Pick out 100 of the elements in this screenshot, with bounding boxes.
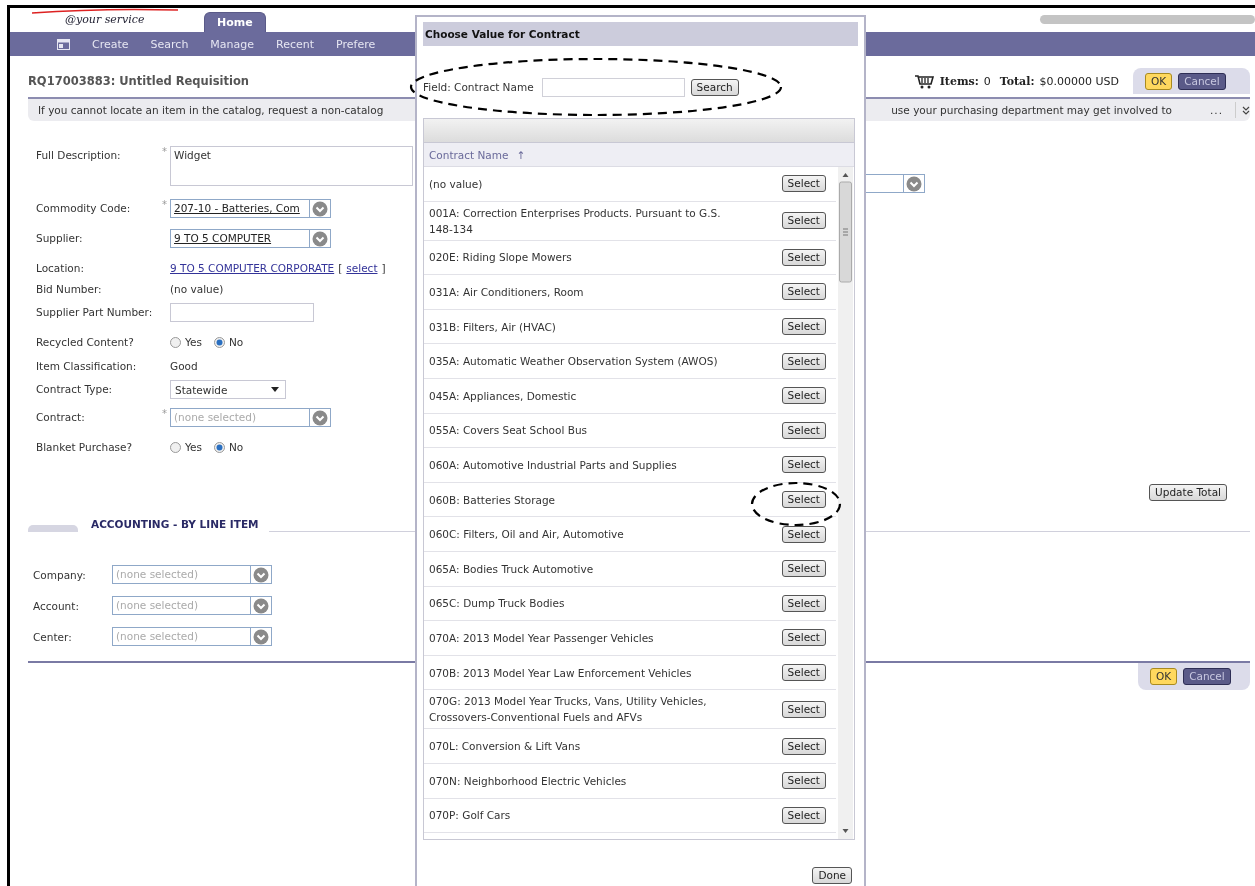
location-link[interactable]: 9 TO 5 COMPUTER CORPORATE (170, 262, 335, 274)
select-button[interactable]: Select (781, 594, 826, 612)
cancel-button[interactable]: Cancel (1183, 668, 1231, 685)
done-button[interactable]: Done (812, 867, 852, 884)
contract-name: 055A: Covers Seat School Bus (429, 423, 588, 439)
radio-button[interactable] (170, 337, 181, 348)
ok-button[interactable]: OK (1150, 668, 1178, 685)
bracket: ] (381, 262, 386, 274)
update-total-button[interactable]: Update Total (1149, 484, 1227, 501)
field-label: Contract Type: (35, 382, 114, 397)
description-field[interactable]: Widget (170, 146, 413, 186)
field-label: Location: (35, 261, 85, 276)
contract-name: 060C: Filters, Oil and Air, Automotive (429, 527, 625, 543)
radio-label: No (228, 335, 244, 350)
field-label: Recycled Content? (35, 335, 135, 350)
select-button[interactable]: Select (781, 772, 826, 790)
total-label: Total: (999, 74, 1035, 88)
contract-name: 035A: Automatic Weather Observation System (AWOS) (429, 354, 719, 370)
select-button[interactable]: Select (781, 421, 826, 439)
nav-menu-item[interactable]: Prefere (336, 37, 376, 51)
cart-icon[interactable] (913, 73, 935, 89)
contract-name: 060B: Batteries Storage (429, 492, 557, 508)
select-link[interactable]: select (346, 262, 378, 274)
field-label: Item Classification: (35, 359, 138, 374)
select-button[interactable]: Select (781, 352, 826, 370)
dialog-title: Choose Value for Contract (423, 22, 858, 46)
column-header[interactable]: Contract Name ↑ (424, 143, 854, 167)
contract-name: (no value) (429, 176, 484, 192)
total-amount: $0.00000 USD (1039, 74, 1119, 88)
more-link[interactable]: ... (1210, 104, 1223, 116)
select-button[interactable]: Select (781, 491, 826, 509)
field-value: Good (170, 359, 199, 374)
combo-field[interactable]: 207-10 - Batteries, Com (170, 199, 331, 218)
scrollbar[interactable] (838, 167, 853, 839)
contract-name: 065A: Bodies Truck Automotive (429, 561, 595, 577)
radio-button[interactable] (213, 442, 225, 453)
dropdown-arrow-icon (271, 387, 279, 392)
contract-name: 020E: Riding Slope Mowers (429, 250, 573, 266)
chevron-down-icon (253, 628, 269, 645)
select-button[interactable]: Select (781, 318, 826, 336)
contract-name: 060A: Automotive Industrial Parts and Supplies (429, 457, 678, 473)
select-button[interactable]: Select (781, 629, 826, 647)
select-button[interactable]: Select (781, 175, 826, 193)
ok-button[interactable]: OK (1145, 72, 1173, 90)
select-button[interactable]: Select (781, 560, 826, 578)
expand-icon[interactable] (1242, 105, 1250, 115)
chevron-down-icon (253, 597, 269, 614)
chevron-down-icon (312, 230, 328, 247)
select-field[interactable]: Statewide (170, 380, 286, 399)
required-mark: * (162, 146, 168, 158)
field-label: Supplier Part Number: (35, 305, 154, 320)
radio-button[interactable] (170, 442, 181, 453)
select-button[interactable]: Select (781, 387, 826, 405)
select-button[interactable]: Select (781, 525, 826, 543)
tagline: @your service (65, 13, 145, 26)
cancel-button[interactable]: Cancel (1178, 72, 1226, 90)
notice-text: use your purchasing department may get involved to (891, 104, 1172, 116)
field-label: Commodity Code: (35, 201, 132, 216)
field-label: Center: (33, 630, 73, 643)
radio-button[interactable] (213, 337, 225, 348)
contract-name: 070B: 2013 Model Year Law Enforcement Vehicles (429, 665, 693, 681)
field-value: (no value) (170, 282, 225, 297)
field-label: Bid Number: (35, 282, 103, 297)
required-mark: * (162, 408, 168, 420)
select-button[interactable]: Select (781, 212, 826, 230)
contract-name: 031A: Air Conditioners, Room (429, 285, 585, 300)
nav-menu-item[interactable]: Create (92, 37, 129, 51)
items-label: Items: (939, 74, 979, 88)
nav-menu-item[interactable]: Manage (210, 37, 255, 51)
field-label: Full Description: (35, 148, 122, 163)
chevron-down-icon (312, 200, 328, 217)
bracket: [ (338, 262, 343, 274)
notice-text: If you cannot locate an item in the catalog, request a non-catalog (38, 104, 384, 116)
contract-name: 031B: Filters, Air (HVAC) (429, 319, 557, 335)
select-button[interactable]: Select (781, 737, 826, 755)
select-button[interactable]: Select (781, 700, 826, 718)
field-label: Supplier: (35, 231, 84, 246)
nav-menu-item[interactable]: Search (150, 37, 189, 51)
part-number-field[interactable] (170, 303, 314, 322)
radio-label: No (228, 440, 244, 455)
field-label: Account: (33, 599, 80, 612)
search-button[interactable]: Search (690, 78, 739, 96)
contract-name: 001A: Correction Enterprises Products. Pursuant to G.S. 148-134 (429, 205, 722, 237)
combo-field[interactable]: 9 TO 5 COMPUTER (170, 229, 331, 248)
home-tab[interactable]: Home (204, 12, 266, 32)
select-button[interactable]: Select (781, 248, 826, 266)
contract-name: 070L: Conversion & Lift Vans (429, 739, 582, 755)
search-field[interactable] (541, 77, 685, 97)
required-mark: * (162, 199, 168, 211)
section-title: ACCOUNTING - BY LINE ITEM (91, 517, 259, 531)
window-icon[interactable] (57, 38, 70, 50)
select-button[interactable]: Select (781, 806, 826, 824)
select-button[interactable]: Select (781, 283, 826, 301)
contract-name: 070P: Golf Cars (429, 808, 512, 824)
search-label: Field: Contract Name (423, 81, 534, 93)
contract-name: 070A: 2013 Model Year Passenger Vehicles (429, 630, 655, 646)
select-button[interactable]: Select (781, 456, 826, 474)
chevron-down-icon (906, 175, 922, 192)
select-button[interactable]: Select (781, 664, 826, 681)
nav-menu-item[interactable]: Recent (276, 37, 315, 51)
